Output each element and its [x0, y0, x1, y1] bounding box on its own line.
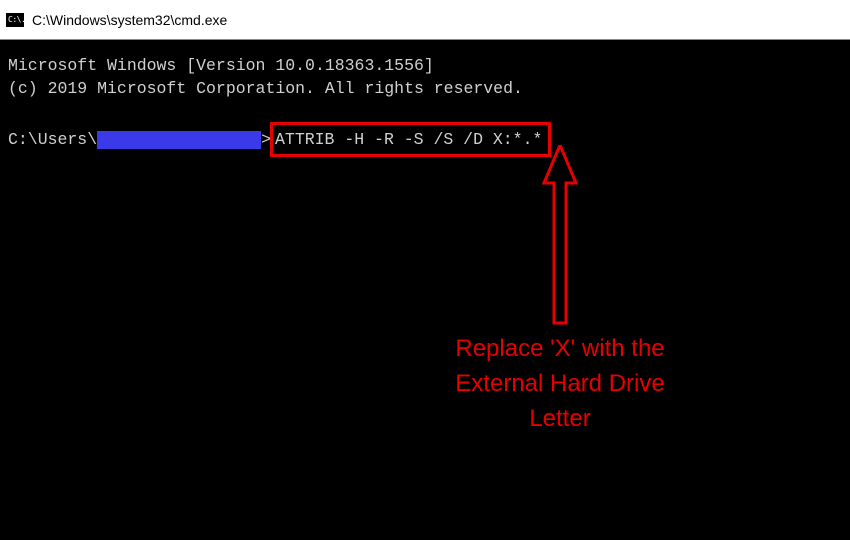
- terminal-line-copyright: (c) 2019 Microsoft Corporation. All righ…: [8, 77, 842, 100]
- window-title-bar: C:\. C:\Windows\system32\cmd.exe: [0, 0, 850, 40]
- username-redacted: [97, 131, 261, 149]
- prompt-prefix: C:\Users\: [8, 128, 97, 151]
- terminal-prompt-line: C:\Users\>ATTRIB -H -R -S /S /D X:*.*: [8, 122, 842, 157]
- cmd-icon-label: C:\.: [8, 15, 25, 24]
- annotation-line-3: Letter: [430, 402, 690, 437]
- annotation-line-1: Replace 'X' with the: [430, 332, 690, 367]
- window-title-text: C:\Windows\system32\cmd.exe: [32, 12, 227, 28]
- annotation-arrow: [540, 145, 580, 325]
- command-text: ATTRIB -H -R -S /S /D X:*.*: [275, 130, 542, 149]
- command-highlight-box: ATTRIB -H -R -S /S /D X:*.*: [270, 122, 551, 157]
- annotation-text: Replace 'X' with the External Hard Drive…: [430, 332, 690, 436]
- terminal-area[interactable]: Microsoft Windows [Version 10.0.18363.15…: [0, 40, 850, 540]
- terminal-line-version: Microsoft Windows [Version 10.0.18363.15…: [8, 54, 842, 77]
- cmd-icon: C:\.: [6, 13, 24, 27]
- annotation-line-2: External Hard Drive: [430, 367, 690, 402]
